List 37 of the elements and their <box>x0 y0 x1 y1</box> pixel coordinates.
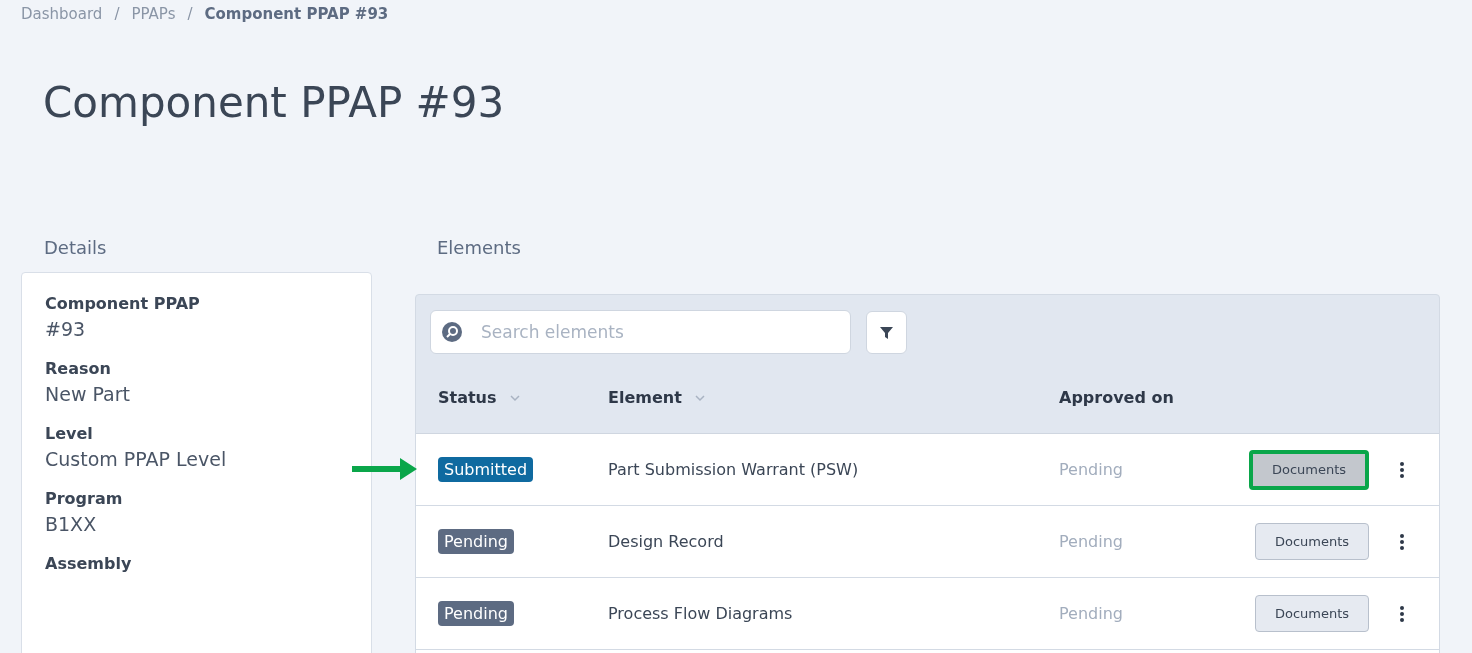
field-label: Program <box>45 488 124 510</box>
breadcrumb-link[interactable]: Component PPAP #93 <box>204 3 389 26</box>
section-heading: Elements <box>436 236 522 260</box>
more-options-icon[interactable] <box>1399 604 1405 623</box>
status-badge: Pending <box>438 600 514 626</box>
field-label: Level <box>45 423 94 445</box>
approved-date: Pending <box>1059 458 1124 481</box>
field-value: Custom PPAP Level <box>45 447 228 472</box>
more-options-icon[interactable] <box>1399 460 1405 479</box>
section-heading: Details <box>43 236 108 260</box>
search-field[interactable]: Search elements <box>430 310 851 354</box>
documents-button[interactable]: Documents <box>1249 449 1369 490</box>
search-icon <box>442 322 462 342</box>
column-header[interactable]: Element <box>608 385 682 410</box>
status-badge: Submitted <box>438 456 534 482</box>
column-header[interactable]: Approved on <box>1059 385 1174 410</box>
element-name: Part Submission Warrant (PSW) <box>608 458 860 481</box>
filter-button[interactable] <box>866 310 907 354</box>
field-value: B1XX <box>45 512 98 537</box>
column-header[interactable]: Status <box>438 385 497 410</box>
breadcrumb-separator: / <box>187 4 193 26</box>
field-label: Assembly <box>45 553 133 575</box>
field-label: Reason <box>45 358 112 380</box>
approved-date: Pending <box>1059 602 1124 625</box>
field-value: New Part <box>45 382 131 407</box>
element-name: Design Record <box>608 530 725 553</box>
breadcrumb-separator: / <box>114 4 120 26</box>
more-options-icon[interactable] <box>1399 532 1405 551</box>
documents-button[interactable]: Documents <box>1255 595 1369 632</box>
field-value: #93 <box>45 317 87 342</box>
documents-button[interactable]: Documents <box>1255 523 1369 560</box>
field-label: Component PPAP <box>45 293 201 315</box>
status-badge: Pending <box>438 528 514 554</box>
page-title: Component PPAP #93 <box>42 77 506 129</box>
filter-icon <box>880 325 893 339</box>
element-name: Process Flow Diagrams <box>608 602 794 625</box>
approved-date: Pending <box>1059 530 1124 553</box>
